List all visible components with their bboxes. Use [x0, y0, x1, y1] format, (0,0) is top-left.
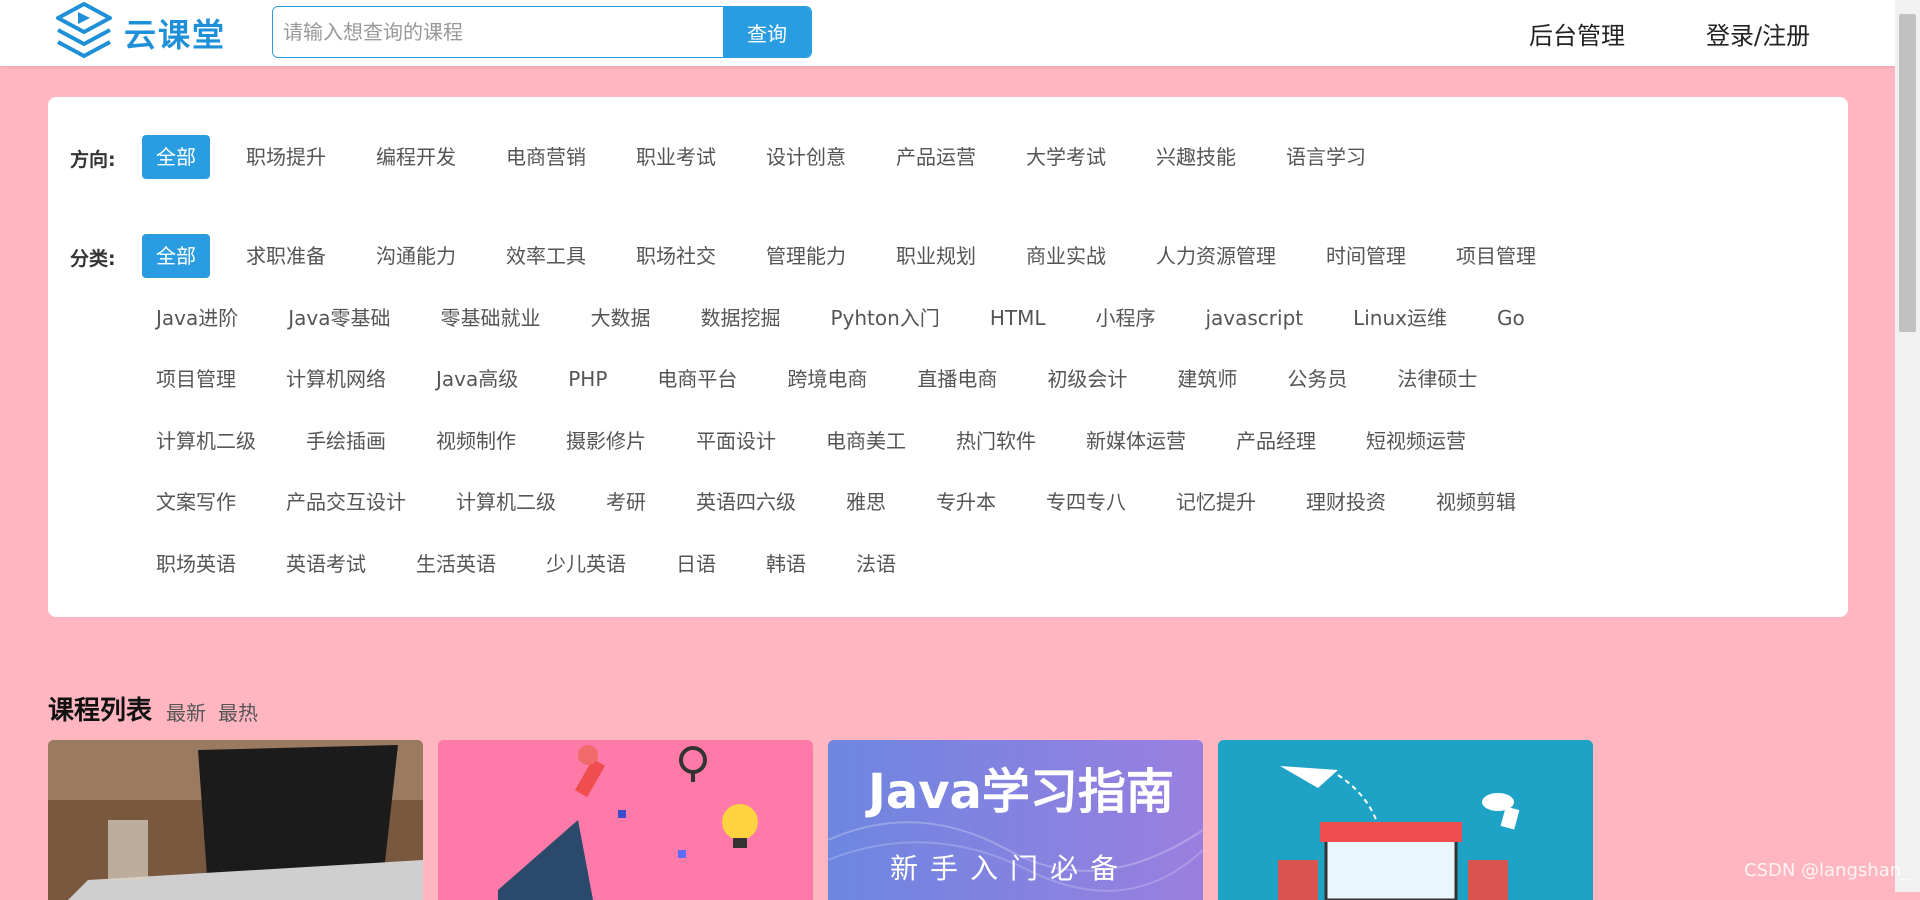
category-filter-chip[interactable]: 项目管理: [142, 357, 250, 401]
category-filter-chip[interactable]: Go: [1483, 296, 1539, 340]
category-filter-chip[interactable]: Pyhton入门: [816, 296, 953, 340]
category-filter-chip[interactable]: 计算机网络: [272, 357, 400, 401]
category-filter-chip[interactable]: 少儿英语: [532, 542, 640, 586]
category-filter-chip[interactable]: 建筑师: [1163, 357, 1251, 401]
category-filter-chip[interactable]: Java高级: [422, 357, 532, 401]
logo-text: 云课堂: [124, 16, 227, 54]
category-label: 分类:: [70, 248, 116, 270]
category-filter-chip[interactable]: 跨境电商: [773, 357, 881, 401]
category-filter-chip[interactable]: 直播电商: [903, 357, 1011, 401]
direction-filter-chip[interactable]: 产品运营: [882, 135, 990, 179]
category-filter-chip[interactable]: 电商美工: [812, 419, 920, 463]
scrollbar-thumb[interactable]: [1899, 14, 1916, 332]
category-filter-chip[interactable]: 平面设计: [682, 419, 790, 463]
login-register-link[interactable]: 登录/注册: [1706, 16, 1810, 51]
category-filter-chip[interactable]: 产品交互设计: [272, 480, 420, 524]
sort-hottest[interactable]: 最热: [218, 697, 258, 726]
category-filter-chip[interactable]: 日语: [662, 542, 730, 586]
category-filter-chip[interactable]: Java零基础: [274, 296, 404, 340]
category-filter-chip[interactable]: 专四专八: [1032, 480, 1140, 524]
category-filter-chip[interactable]: 职场社交: [622, 234, 730, 278]
category-filter-chip[interactable]: 新媒体运营: [1072, 419, 1200, 463]
category-filter-chip[interactable]: 法语: [842, 542, 910, 586]
direction-label: 方向:: [70, 149, 116, 171]
category-filter-chip[interactable]: 英语考试: [272, 542, 380, 586]
category-filter-chip[interactable]: 摄影修片: [552, 419, 660, 463]
category-filter-chip[interactable]: 数据挖掘: [686, 296, 794, 340]
category-filter-chip[interactable]: 大数据: [576, 296, 664, 340]
category-filter-chip[interactable]: 职场英语: [142, 542, 250, 586]
category-filter-chip[interactable]: 商业实战: [1012, 234, 1120, 278]
course-card-megaphone[interactable]: [438, 740, 813, 900]
direction-filter-chip[interactable]: 编程开发: [362, 135, 470, 179]
category-filter-chip[interactable]: 专升本: [922, 480, 1010, 524]
category-filter-chip[interactable]: 短视频运营: [1352, 419, 1480, 463]
category-filter-chip[interactable]: 小程序: [1081, 296, 1169, 340]
category-filter-chip[interactable]: 生活英语: [402, 542, 510, 586]
category-filter-chip[interactable]: 雅思: [832, 480, 900, 524]
sort-newest[interactable]: 最新: [166, 697, 206, 726]
category-filter-chip[interactable]: javascript: [1191, 296, 1317, 340]
search-input[interactable]: [273, 7, 723, 57]
category-filter-chip[interactable]: 项目管理: [1442, 234, 1550, 278]
java-banner-image: Java学习指南 新手入门必备: [828, 740, 1203, 900]
category-filter-chip[interactable]: 手绘插画: [292, 419, 400, 463]
search-bar: 查询: [272, 6, 812, 58]
direction-filter-chip[interactable]: 大学考试: [1012, 135, 1120, 179]
java-banner-subtitle: 新手入门必备: [890, 852, 1130, 885]
category-filter-chip[interactable]: Linux运维: [1339, 296, 1461, 340]
direction-filter-chip[interactable]: 电商营销: [492, 135, 600, 179]
course-card-java[interactable]: Java学习指南 新手入门必备: [828, 740, 1203, 900]
laptop-photo-image: [48, 740, 423, 900]
category-filter-chip[interactable]: PHP: [554, 357, 621, 401]
course-card-laptop[interactable]: [48, 740, 423, 900]
category-filter-chip[interactable]: 沟通能力: [362, 234, 470, 278]
direction-filter-chip[interactable]: 全部: [142, 135, 210, 179]
category-filter-chip[interactable]: 考研: [592, 480, 660, 524]
category-filter-chip[interactable]: 初级会计: [1033, 357, 1141, 401]
megaphone-illustration-image: [438, 740, 813, 900]
category-filter-chip[interactable]: 法律硕士: [1383, 357, 1491, 401]
course-list-title: 课程列表: [48, 696, 153, 726]
category-filter-chip[interactable]: 计算机二级: [142, 419, 270, 463]
direction-filter-chip[interactable]: 职业考试: [622, 135, 730, 179]
direction-filter-chip[interactable]: 语言学习: [1272, 135, 1380, 179]
direction-filter-chip[interactable]: 职场提升: [232, 135, 340, 179]
category-filter-chip[interactable]: 记忆提升: [1162, 480, 1270, 524]
direction-filter-chip[interactable]: 兴趣技能: [1142, 135, 1250, 179]
csdn-watermark: CSDN @langshan_: [1744, 860, 1911, 881]
category-filter-chip[interactable]: 效率工具: [492, 234, 600, 278]
category-filter-chip[interactable]: 职业规划: [882, 234, 990, 278]
search-button[interactable]: 查询: [723, 7, 811, 57]
category-filter-chip[interactable]: 英语四六级: [682, 480, 810, 524]
category-filter-chip[interactable]: 求职准备: [232, 234, 340, 278]
page-scrollbar[interactable]: [1895, 0, 1920, 892]
category-filter-chip[interactable]: 产品经理: [1222, 419, 1330, 463]
category-filter-chip[interactable]: 电商平台: [643, 357, 751, 401]
category-filter-chip[interactable]: 公务员: [1273, 357, 1361, 401]
direction-filter-chip[interactable]: 设计创意: [752, 135, 860, 179]
filter-panel: 方向: 全部 职场提升 编程开发 电商营销 职业考试 设计创意 产品运营 大学考试 兴趣技能 语言…: [48, 97, 1848, 617]
category-filter-chip[interactable]: 文案写作: [142, 480, 250, 524]
category-filter-chip[interactable]: Java进阶: [142, 296, 252, 340]
play-stack-logo-icon: [56, 2, 112, 58]
category-filter-chip[interactable]: 视频剪辑: [1422, 480, 1530, 524]
course-card-ecommerce[interactable]: [1218, 740, 1593, 900]
top-header: 云课堂 查询 后台管理 登录/注册: [0, 0, 1920, 66]
category-filter-chip[interactable]: 时间管理: [1312, 234, 1420, 278]
category-filter-chip[interactable]: HTML: [976, 296, 1060, 340]
category-filter-chip[interactable]: 韩语: [752, 542, 820, 586]
category-filter-chip[interactable]: 计算机二级: [442, 480, 570, 524]
category-filter-chip[interactable]: 零基础就业: [426, 296, 554, 340]
category-filter-chip[interactable]: 热门软件: [942, 419, 1050, 463]
category-filter-chip[interactable]: 视频制作: [422, 419, 530, 463]
ecommerce-illustration-image: [1218, 740, 1593, 900]
java-banner-title: Java学习指南: [865, 764, 1174, 820]
category-filter-chip[interactable]: 理财投资: [1292, 480, 1400, 524]
category-filter-chip[interactable]: 人力资源管理: [1142, 234, 1290, 278]
logo[interactable]: 云课堂: [52, 0, 226, 66]
category-filter-chip[interactable]: 管理能力: [752, 234, 860, 278]
admin-link[interactable]: 后台管理: [1529, 16, 1625, 51]
category-filter-chip[interactable]: 全部: [142, 234, 210, 278]
